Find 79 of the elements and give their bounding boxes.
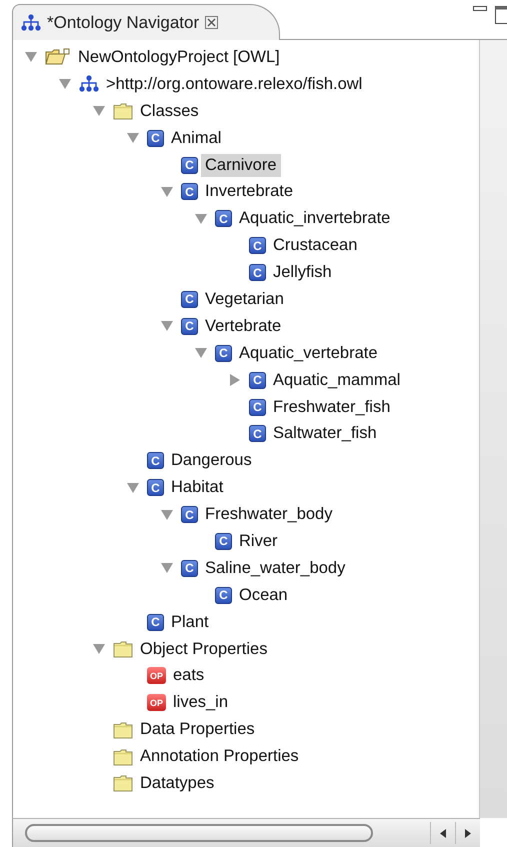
class-icon: C (147, 452, 164, 470)
class-icon: C (181, 290, 198, 308)
folder-icon (113, 102, 133, 120)
left-arrow-icon[interactable] (439, 828, 447, 838)
tree-item[interactable]: Animal (167, 126, 226, 150)
view-tab[interactable]: *Ontology Navigator (12, 4, 280, 40)
class-icon: C (249, 264, 266, 282)
tree-item[interactable]: Saltwater_fish (269, 422, 381, 446)
tree-item[interactable]: Freshwater_body (201, 503, 336, 526)
collapse-triangle-icon[interactable] (161, 563, 173, 574)
folder-icon (113, 640, 133, 658)
tree-item[interactable]: Datatypes (136, 772, 218, 795)
view-title: *Ontology Navigator (47, 12, 200, 32)
class-icon: C (147, 479, 164, 496)
collapse-triangle-icon[interactable] (59, 79, 71, 90)
tree-item[interactable]: Annotation Properties (136, 745, 303, 768)
class-icon: C (147, 614, 164, 631)
scrollbar-thumb[interactable] (25, 824, 373, 842)
tree-item[interactable]: Carnivore (201, 154, 281, 176)
minimize-icon[interactable] (473, 6, 487, 14)
collapse-triangle-icon[interactable] (161, 510, 173, 520)
expand-triangle-icon[interactable] (230, 374, 240, 386)
right-arrow-icon[interactable] (464, 828, 472, 838)
tree-item[interactable]: eats (169, 664, 208, 688)
tree-item[interactable]: Aquatic_mammal (269, 368, 404, 392)
collapse-triangle-icon[interactable] (161, 186, 173, 197)
tree-item[interactable]: Classes (136, 100, 203, 123)
horizontal-scrollbar[interactable] (12, 818, 480, 847)
collapse-triangle-icon[interactable] (25, 52, 37, 62)
tree-item[interactable]: Habitat (167, 476, 228, 500)
tree-item[interactable]: Plant (167, 610, 213, 634)
folder-icon (113, 774, 133, 792)
collapse-triangle-icon[interactable] (93, 644, 105, 654)
class-icon: C (249, 372, 266, 389)
class-icon: C (249, 398, 266, 416)
network-icon (21, 14, 41, 32)
property-icon: OP (147, 694, 166, 712)
tree-item[interactable]: Freshwater_fish (269, 396, 394, 419)
close-icon[interactable] (205, 16, 218, 29)
class-icon: C (215, 532, 232, 550)
maximize-icon[interactable] (495, 6, 507, 24)
open-folder-icon (45, 48, 71, 66)
collapse-triangle-icon[interactable] (93, 106, 105, 116)
network-icon (79, 75, 99, 94)
tree-item[interactable]: Crustacean (269, 234, 362, 258)
class-icon: C (181, 560, 198, 577)
class-icon: C (181, 318, 198, 335)
class-icon: C (249, 425, 266, 442)
class-icon: C (147, 130, 164, 147)
tree-item[interactable]: Jellyfish (269, 261, 336, 284)
class-icon: C (181, 506, 198, 524)
class-icon: C (249, 237, 266, 254)
tree-item[interactable]: lives_in (169, 691, 232, 714)
tree-item[interactable]: NewOntologyProject [OWL] (74, 46, 284, 69)
tree-item[interactable]: >http://org.ontoware.relexo/fish.owl (102, 72, 366, 96)
tree-item[interactable]: Dangerous (167, 449, 256, 472)
collapse-triangle-icon[interactable] (127, 133, 139, 144)
tree-item[interactable]: Saline_water_body (201, 556, 350, 580)
class-icon: C (215, 344, 232, 362)
tree-item[interactable]: Invertebrate (201, 180, 298, 204)
property-icon: OP (147, 667, 166, 684)
folder-icon (113, 720, 133, 739)
tree-item[interactable]: Object Properties (136, 638, 272, 661)
tree-item[interactable]: Ocean (235, 584, 292, 607)
tree-item[interactable]: Data Properties (136, 718, 259, 742)
class-icon: C (181, 156, 198, 174)
collapse-triangle-icon[interactable] (161, 321, 173, 332)
tree-item[interactable]: Vegetarian (201, 288, 288, 311)
tree-item[interactable]: Aquatic_invertebrate (235, 207, 394, 230)
collapse-triangle-icon[interactable] (127, 482, 139, 493)
collapse-triangle-icon[interactable] (195, 348, 207, 358)
class-icon: C (215, 210, 232, 228)
collapse-triangle-icon[interactable] (195, 214, 207, 224)
tree-item[interactable]: Vertebrate (201, 314, 286, 338)
class-icon: C (215, 586, 232, 604)
tree-item[interactable]: River (235, 530, 282, 553)
tree-item[interactable]: Aquatic_vertebrate (235, 342, 382, 365)
folder-icon (113, 748, 133, 766)
class-icon: C (181, 183, 198, 200)
